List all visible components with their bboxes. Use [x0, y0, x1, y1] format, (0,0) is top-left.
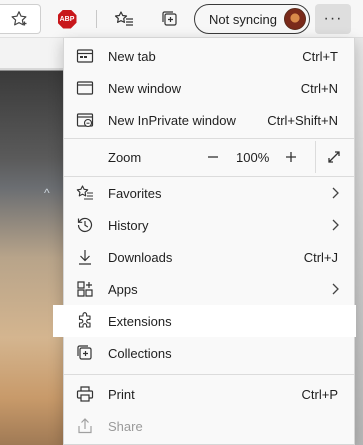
menu-item-label: Collections — [108, 345, 172, 361]
favorites-bar-icon — [114, 11, 133, 26]
menu-item-label: Favorites — [108, 185, 162, 201]
page-content-background: ^ — [0, 38, 70, 445]
page-content-edge — [355, 38, 363, 445]
menu-divider — [64, 138, 354, 139]
favorites-button[interactable] — [110, 5, 138, 33]
zoom-row: Zoom 100% — [64, 141, 354, 173]
print-icon — [76, 385, 94, 403]
share-icon — [76, 417, 94, 435]
shortcut-label: Ctrl+Shift+N — [267, 112, 338, 128]
adblock-button[interactable]: ABP — [53, 5, 81, 33]
menu-item-label: New InPrivate window — [108, 112, 236, 128]
menu-divider — [64, 374, 354, 375]
settings-menu: New tab Ctrl+T New window Ctrl+N New InP… — [53, 38, 356, 445]
avatar — [284, 8, 306, 30]
plus-icon — [286, 152, 296, 162]
zoom-label: Zoom — [108, 150, 142, 165]
collections-button[interactable] — [156, 5, 184, 33]
chevron-right-icon — [330, 218, 340, 232]
zoom-in-button[interactable] — [277, 143, 305, 171]
new-tab-icon — [76, 47, 94, 65]
zoom-out-button[interactable] — [199, 143, 227, 171]
menu-item-label: Share — [108, 418, 143, 434]
menu-item-apps[interactable]: Apps — [64, 273, 354, 305]
chevron-right-icon — [330, 186, 340, 200]
chevron-up-icon: ^ — [44, 186, 50, 200]
menu-item-collections[interactable]: Collections — [64, 337, 354, 369]
star-icon[interactable] — [10, 10, 28, 28]
shortcut-label: Ctrl+P — [301, 386, 338, 402]
menu-item-new-inprivate-window[interactable]: New InPrivate window Ctrl+Shift+N — [64, 104, 354, 136]
settings-more-button[interactable]: ··· — [315, 4, 351, 34]
minus-icon — [208, 156, 218, 158]
extensions-icon — [76, 312, 94, 330]
menu-item-history[interactable]: History — [64, 209, 354, 241]
menu-item-favorites[interactable]: Favorites — [64, 177, 354, 209]
adblock-icon: ABP — [57, 9, 77, 29]
collections-toolbar-icon — [162, 11, 177, 26]
fullscreen-button[interactable] — [322, 145, 346, 169]
profile-sync-button[interactable]: Not syncing — [194, 4, 310, 34]
menu-item-label: New tab — [108, 48, 156, 64]
menu-item-new-tab[interactable]: New tab Ctrl+T — [64, 40, 354, 72]
zoom-separator — [315, 141, 316, 173]
menu-item-print[interactable]: Print Ctrl+P — [64, 378, 354, 410]
chevron-right-icon — [330, 282, 340, 296]
collections-icon — [76, 344, 94, 362]
menu-item-label: Print — [108, 386, 135, 402]
history-icon — [76, 216, 94, 234]
menu-item-label: Downloads — [108, 249, 173, 265]
shortcut-label: Ctrl+T — [302, 48, 338, 64]
apps-icon — [76, 280, 94, 298]
menu-item-label: New window — [108, 80, 181, 96]
menu-item-label: Apps — [108, 281, 138, 297]
fullscreen-icon — [328, 151, 340, 163]
toolbar-separator — [96, 10, 97, 28]
shortcut-label: Ctrl+J — [303, 249, 338, 265]
menu-item-extensions[interactable]: Extensions — [53, 305, 356, 337]
favorites-icon — [76, 184, 94, 202]
zoom-level: 100% — [236, 150, 270, 165]
sync-status-label: Not syncing — [209, 11, 277, 27]
shortcut-label: Ctrl+N — [300, 80, 338, 96]
menu-item-label: Extensions — [108, 313, 172, 329]
menu-item-label: History — [108, 217, 149, 233]
address-bar[interactable] — [0, 4, 41, 34]
inprivate-icon — [76, 111, 94, 129]
menu-item-new-window[interactable]: New window Ctrl+N — [64, 72, 354, 104]
menu-item-share[interactable]: Share — [64, 410, 354, 442]
new-window-icon — [76, 79, 94, 97]
browser-toolbar: ABP Not syncing ··· — [0, 0, 363, 38]
more-icon: ··· — [323, 10, 343, 27]
download-icon — [76, 248, 94, 266]
menu-item-downloads[interactable]: Downloads Ctrl+J — [64, 241, 354, 273]
